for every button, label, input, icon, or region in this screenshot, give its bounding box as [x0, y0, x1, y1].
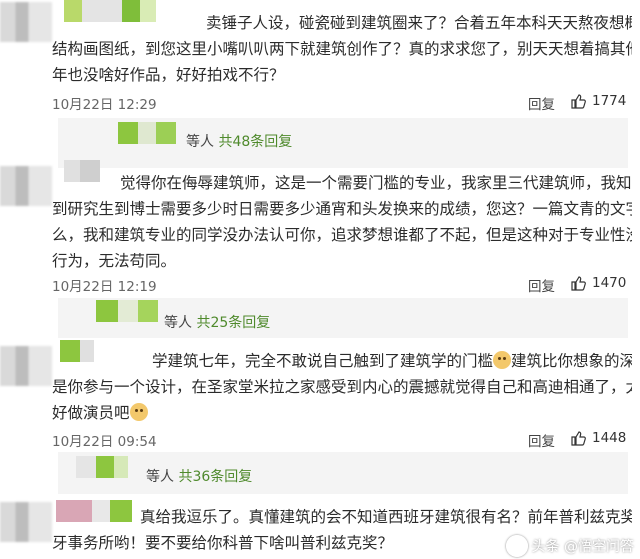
- comment-text-line: 建筑比你想象的深的多，不: [511, 352, 632, 370]
- comment-text-line-wrapper: 学建筑七年，完全不敢说自己触到了建筑学的门槛建筑比你想象的深的多，不: [152, 350, 632, 372]
- thumbs-up-icon: [571, 94, 586, 109]
- comment-text-line: 年也没啥好作品，好好拍戏不行？: [52, 66, 285, 84]
- avatar[interactable]: [0, 2, 52, 42]
- comment-text-line: 卖锤子人设，碰瓷碰到建筑圈来了？合着五年本科天天熬夜想概念做设计做: [206, 14, 632, 32]
- comment-text-line: 么，我和建筑专业的同学没办法认可你，追求梦想谁都了不起，但是这种对于专业性没有敬…: [52, 226, 632, 244]
- username-mosaic[interactable]: [64, 0, 156, 22]
- subreply-count-link[interactable]: 共36条回复: [178, 469, 252, 485]
- like-button[interactable]: 1470: [570, 275, 626, 291]
- username-mosaic[interactable]: [60, 340, 94, 362]
- comment-text-line: 行为，无法苟同。: [52, 252, 177, 270]
- comment-timestamp: 10月22日 12:29: [52, 97, 157, 113]
- subreply-bar[interactable]: [58, 452, 628, 494]
- thumbs-up-icon: [571, 431, 586, 446]
- like-count: 1774: [592, 93, 627, 109]
- subreply-summary[interactable]: 等人 共36条回复: [146, 466, 252, 486]
- like-button[interactable]: 1774: [570, 93, 626, 109]
- subreply-prefix: 等人: [146, 469, 174, 485]
- subreply-avatar-mosaic: [96, 300, 158, 322]
- thumbs-up-icon: [571, 276, 586, 291]
- subreply-summary[interactable]: 等人 共48条回复: [186, 131, 292, 151]
- subreply-prefix: 等人: [186, 134, 214, 150]
- avatar[interactable]: [0, 166, 52, 206]
- subreply-count-link[interactable]: 共48条回复: [218, 134, 292, 150]
- comment-text-line: 真给我逗乐了。真懂建筑的会不知道西班牙建筑很有名？前年普利兹克奖就是西班: [140, 508, 632, 526]
- avatar[interactable]: [0, 502, 52, 542]
- comment-text-line: 结构画图纸，到您这里小嘴叭叭两下就建筑创作了？真的求求您了，别天天想着搞其他专业…: [52, 40, 632, 58]
- like-count: 1470: [592, 275, 627, 291]
- subreply-prefix: 等人: [164, 315, 192, 331]
- subreply-avatar-mosaic: [76, 456, 128, 478]
- smiley-emoji-icon: [493, 351, 512, 369]
- like-button[interactable]: 1448: [570, 430, 626, 446]
- subreply-summary[interactable]: 等人 共25条回复: [164, 312, 270, 332]
- smiley-emoji-icon: [129, 403, 148, 421]
- wukong-logo-icon: [505, 535, 528, 557]
- comment-text-line: 是你参与一个设计，在圣家堂米拉之家感受到内心的震撼就觉得自己和高迪相通了，太扯淡…: [52, 378, 632, 396]
- comment-text-line: 好做演员吧: [52, 404, 130, 422]
- reply-button[interactable]: 回复: [528, 275, 555, 295]
- subreply-avatar-mosaic: [118, 122, 176, 144]
- comment-text-line: 觉得你在侮辱建筑师，这是一个需要门槛的专业，我家里三代建筑师，我知道从本科: [120, 174, 632, 192]
- comment-timestamp: 10月22日 12:19: [52, 279, 157, 295]
- username-mosaic[interactable]: [64, 160, 100, 182]
- comment-timestamp: 10月22日 09:54: [52, 434, 157, 450]
- subreply-count-link[interactable]: 共25条回复: [196, 315, 270, 331]
- watermark: 头条 @悟空问答: [505, 535, 634, 557]
- comment-text-line-wrapper: 好做演员吧: [52, 402, 632, 424]
- watermark-text: 头条 @悟空问答: [531, 539, 634, 555]
- reply-button[interactable]: 回复: [528, 430, 555, 450]
- reply-button[interactable]: 回复: [528, 93, 555, 113]
- comment-text-line: 学建筑七年，完全不敢说自己触到了建筑学的门槛: [152, 352, 494, 370]
- comment-text-line: 到研究生到博士需要多少时日需要多少通宵和头发换来的成绩，您这？一篇文青的文字说明…: [52, 200, 632, 218]
- avatar[interactable]: [0, 346, 52, 386]
- username-mosaic[interactable]: [56, 500, 132, 522]
- like-count: 1448: [592, 430, 627, 446]
